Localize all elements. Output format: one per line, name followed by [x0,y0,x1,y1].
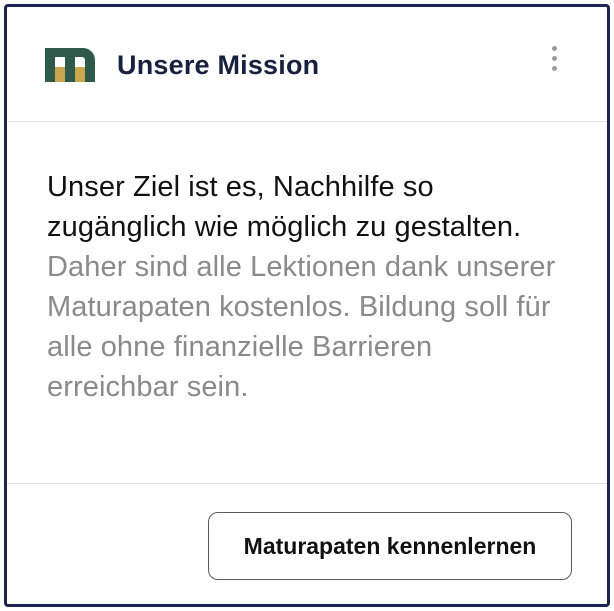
more-vertical-icon [552,46,557,51]
more-vertical-icon-dot [552,66,557,71]
meet-maturapaten-button[interactable]: Maturapaten kennenlernen [208,512,572,580]
mission-text: Unser Ziel ist es, Nachhilfe so zugängli… [47,167,567,407]
more-vertical-icon-dot [552,56,557,61]
mission-lead: Unser Ziel ist es, Nachhilfe so zugängli… [47,171,522,243]
brand-logo-icon [45,48,95,82]
mission-card: Unsere Mission Unser Ziel ist es, Nachhi… [4,4,610,607]
more-options-button[interactable] [539,37,569,79]
mission-detail: Daher sind alle Lektionen dank unserer M… [47,251,556,403]
card-title: Unsere Mission [117,50,320,80]
card-header: Unsere Mission [7,7,607,122]
footer-divider [7,483,607,484]
